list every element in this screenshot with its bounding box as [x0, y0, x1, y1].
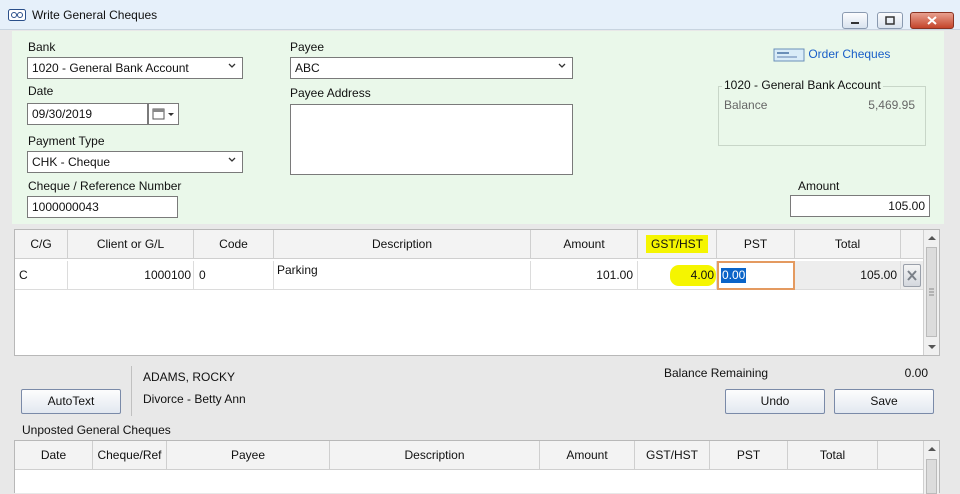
order-cheques-label: Order Cheques [808, 47, 891, 62]
maximize-icon [885, 16, 895, 25]
unposted-grid: Date Cheque/Ref Payee Description Amount… [14, 440, 940, 494]
column-header-total[interactable]: Total [795, 230, 901, 259]
date-input-value: 09/30/2019 [32, 107, 93, 121]
entry-grid-scrollbar[interactable] [923, 230, 939, 355]
close-icon [927, 16, 937, 25]
amount-value: 105.00 [888, 199, 925, 213]
amount-label: Amount [798, 179, 840, 193]
row-pst-input[interactable]: 0.00 [717, 261, 795, 290]
chevron-down-icon [558, 63, 566, 68]
cheque-ref-label: Cheque / Reference Number [28, 179, 182, 193]
delete-row-button[interactable] [903, 264, 921, 287]
title-bar: Write General Cheques [0, 0, 960, 30]
bank-select-value: 1020 - General Bank Account [32, 61, 189, 75]
balance-value: 5,469.95 [868, 98, 915, 112]
cheque-ref-input[interactable]: 1000000043 [27, 196, 178, 218]
entry-grid: C/G Client or G/L Code Description Amoun… [14, 229, 940, 356]
save-button[interactable]: Save [834, 389, 934, 414]
row-gst-value: 4.00 [690, 268, 714, 282]
save-button-label: Save [870, 394, 898, 408]
window-title: Write General Cheques [32, 8, 158, 22]
maximize-button[interactable] [877, 12, 903, 29]
scroll-down-icon [928, 345, 936, 349]
amount-input[interactable]: 105.00 [790, 195, 930, 217]
payee-label: Payee [290, 40, 325, 54]
column-header-amount[interactable]: Amount [531, 230, 638, 259]
column-header-gst[interactable]: GST/HST [638, 230, 717, 259]
row-description-cell[interactable]: Parking [274, 261, 531, 290]
chevron-down-icon [228, 63, 236, 68]
unposted-title: Unposted General Cheques [22, 423, 171, 437]
cheque-ref-value: 1000000043 [32, 200, 99, 214]
row-client-cell[interactable]: 1000100 [68, 261, 194, 290]
order-cheques-link[interactable]: Order Cheques [773, 47, 890, 63]
row-total-cell: 105.00 [795, 261, 901, 290]
bank-select[interactable]: 1020 - General Bank Account [27, 57, 243, 79]
balance-label: Balance [724, 98, 768, 112]
delete-row-icon [907, 270, 917, 281]
payment-type-label: Payment Type [28, 134, 105, 148]
payee-address-label: Payee Address [290, 86, 371, 100]
column-header-description[interactable]: Description [274, 230, 531, 259]
order-cheques-icon [773, 48, 805, 62]
payee-select[interactable]: ABC [290, 57, 573, 79]
unposted-scrollbar[interactable] [923, 441, 939, 494]
grip-icon [929, 288, 934, 296]
unposted-header-payee[interactable]: Payee [167, 441, 330, 470]
scroll-thumb[interactable] [926, 247, 937, 337]
column-header-cg[interactable]: C/G [15, 230, 68, 259]
minimize-button[interactable] [842, 12, 868, 29]
account-balance-group [718, 86, 926, 146]
unposted-header-date[interactable]: Date [15, 441, 93, 470]
bank-label: Bank [28, 40, 56, 54]
unposted-header-pst[interactable]: PST [710, 441, 788, 470]
row-amount-cell[interactable]: 101.00 [531, 261, 638, 290]
undo-button[interactable]: Undo [725, 389, 825, 414]
undo-button-label: Undo [760, 394, 790, 408]
gst-header-label: GST/HST [645, 235, 708, 253]
chevron-down-icon [228, 157, 236, 162]
unposted-header-total[interactable]: Total [788, 441, 878, 470]
unposted-header-amount[interactable]: Amount [540, 441, 635, 470]
row-delete-cell [901, 261, 923, 290]
row-code-cell[interactable]: 0 [194, 261, 274, 290]
column-header-pst[interactable]: PST [717, 230, 795, 259]
date-input[interactable]: 09/30/2019 [27, 103, 148, 125]
row-gst-cell[interactable]: 4.00 [638, 261, 717, 290]
row-pst-value: 0.00 [721, 268, 747, 283]
row-cg-cell[interactable]: C [15, 261, 68, 290]
cheque-window-icon [8, 9, 26, 21]
date-picker-button[interactable] [148, 103, 179, 125]
payee-select-value: ABC [295, 61, 320, 75]
unposted-scroll-thumb[interactable] [926, 459, 937, 494]
entry-grid-header: C/G Client or G/L Code Description Amoun… [15, 230, 923, 259]
unposted-grid-header: Date Cheque/Ref Payee Description Amount… [15, 441, 923, 470]
date-label: Date [28, 84, 54, 98]
column-header-client[interactable]: Client or G/L [68, 230, 194, 259]
client-name: ADAMS, ROCKY [143, 370, 236, 384]
calendar-icon [152, 108, 174, 120]
payment-type-value: CHK - Cheque [32, 155, 111, 169]
balance-remaining-label: Balance Remaining [664, 366, 769, 380]
balance-remaining-value: 0.00 [904, 366, 928, 380]
scroll-up-icon [928, 236, 936, 240]
unposted-header-chequeref[interactable]: Cheque/Ref [93, 441, 167, 470]
unposted-header-gst[interactable]: GST/HST [635, 441, 710, 470]
unposted-header-description[interactable]: Description [330, 441, 540, 470]
column-header-blank [901, 230, 923, 259]
payment-type-select[interactable]: CHK - Cheque [27, 151, 243, 173]
autotext-button[interactable]: AutoText [21, 389, 121, 414]
scroll-up-icon [928, 447, 936, 451]
matter-description: Divorce - Betty Ann [143, 392, 246, 406]
account-box-title: 1020 - General Bank Account [722, 78, 883, 92]
payee-address-field[interactable] [290, 104, 573, 175]
close-button[interactable] [910, 12, 954, 29]
divider [131, 366, 132, 416]
autotext-button-label: AutoText [47, 394, 95, 408]
minimize-icon [851, 22, 859, 24]
column-header-code[interactable]: Code [194, 230, 274, 259]
